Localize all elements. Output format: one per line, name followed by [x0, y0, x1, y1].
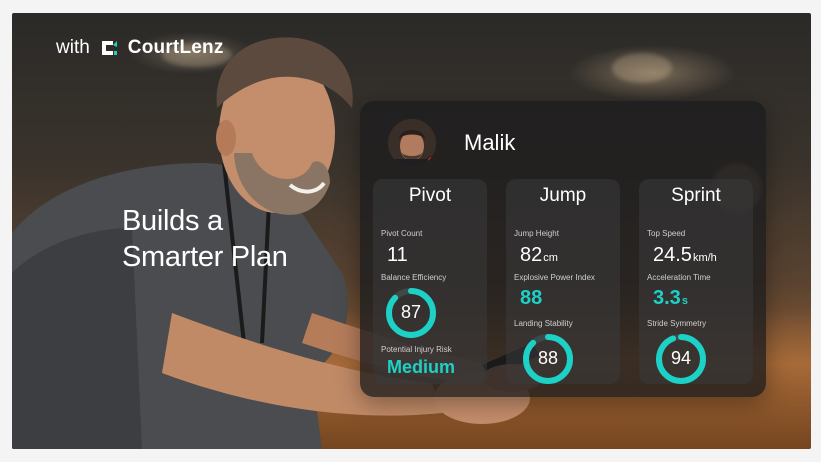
- metric-value: 88: [520, 287, 543, 309]
- metric-unit: km/h: [692, 252, 717, 264]
- metric-value: 3.3s: [653, 287, 688, 310]
- metric-label: Jump Height: [514, 229, 559, 238]
- background-light: [612, 53, 672, 83]
- metric-label: Explosive Power Index: [514, 273, 595, 282]
- metric-label: Balance Efficiency: [381, 273, 447, 282]
- metric-label: Stride Symmetry: [647, 319, 707, 328]
- card-title: Jump: [539, 185, 587, 206]
- metric-label: Acceleration Time: [647, 273, 711, 282]
- brand-with-text: with: [56, 37, 90, 58]
- metric-number: 3.3: [653, 287, 681, 309]
- gauge-value: 87: [400, 302, 422, 322]
- metric-unit: s: [681, 295, 688, 307]
- courtlenz-logo-icon: [101, 41, 117, 55]
- metric-card-jump: Jump Jump Height 82cm Explosive Power In…: [506, 179, 620, 384]
- metric-card-sprint: Sprint Top Speed 24.5km/h Acceleration T…: [639, 179, 753, 384]
- hero-banner: with CourtLenz Builds a Smarter Plan Mal…: [12, 13, 811, 449]
- metric-card-pivot: Pivot Pivot Count 11 Balance Efficiency …: [373, 179, 487, 384]
- gauge-value: 94: [670, 348, 692, 368]
- headline: Builds a Smarter Plan: [122, 203, 288, 275]
- player-name: Malik: [464, 130, 516, 155]
- metric-value: 82cm: [520, 244, 558, 267]
- metric-value: 11: [387, 244, 408, 266]
- metric-number: 82: [520, 244, 543, 266]
- player-stats-panel: Malik Pivot Pivot Count 11 Balance Effic…: [360, 101, 766, 397]
- player-avatar: [388, 119, 436, 167]
- gauge-balance-efficiency: 87: [383, 285, 439, 341]
- headline-line-2: Smarter Plan: [122, 241, 288, 273]
- metric-number: 24.5: [653, 244, 692, 266]
- metric-label: Top Speed: [647, 229, 686, 238]
- headline-line-1: Builds a: [122, 205, 223, 237]
- metric-value: 24.5km/h: [653, 244, 717, 267]
- card-title: Sprint: [671, 185, 721, 206]
- card-title: Pivot: [408, 185, 452, 206]
- brand-name: CourtLenz: [127, 37, 224, 58]
- player-header: Malik: [388, 119, 515, 167]
- metric-label: Potential Injury Risk: [381, 345, 452, 354]
- status-dot: [427, 156, 436, 165]
- metric-label: Landing Stability: [514, 319, 573, 328]
- metric-unit: cm: [543, 252, 558, 264]
- gauge-landing-stability: 88: [520, 331, 576, 387]
- gauge-value: 88: [537, 348, 559, 368]
- gauge-stride-symmetry: 94: [653, 331, 709, 387]
- metric-value-risk: Medium: [387, 357, 456, 377]
- metric-label: Pivot Count: [381, 229, 423, 238]
- brand-logo-lockup: with CourtLenz: [56, 37, 224, 59]
